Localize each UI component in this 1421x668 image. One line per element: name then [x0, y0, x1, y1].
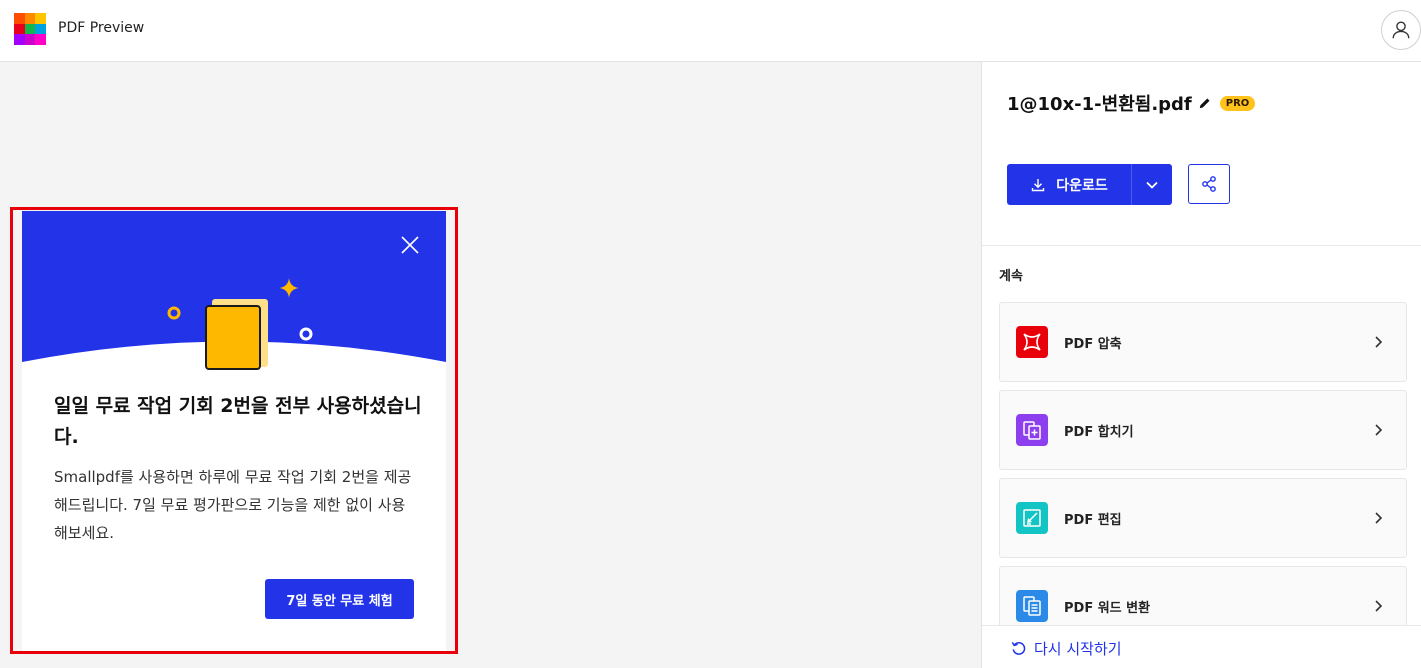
modal-description: Smallpdf를 사용하면 하루에 무료 작업 기회 2번을 제공해드립니다.…	[54, 468, 412, 542]
restart-label: 다시 시작하기	[1034, 640, 1122, 658]
compress-icon	[1016, 326, 1048, 358]
download-label: 다운로드	[1056, 177, 1108, 194]
tool-label: PDF 워드 변환	[1064, 600, 1151, 616]
restart-icon	[1011, 641, 1026, 655]
chevron-right-icon	[1370, 510, 1386, 526]
modal-close-button[interactable]	[398, 233, 422, 257]
file-name: 1@10x-1-변환됨.pdf	[1007, 94, 1192, 115]
logo-tile	[14, 23, 25, 35]
tool-label: PDF 편집	[1064, 512, 1122, 528]
app-title: PDF Preview	[58, 20, 145, 36]
modal-title: 일일 무료 작업 기회 2번을 전부 사용하셨습니다.	[54, 395, 422, 448]
tool-label: PDF 압축	[1064, 336, 1122, 352]
share-icon	[1202, 176, 1216, 192]
chevron-right-icon	[1370, 422, 1386, 438]
right-sidebar: 1@10x-1-변환됨.pdf PRO 다운로드 계속 PDF 압축 PDF 합…	[981, 62, 1421, 668]
chevron-right-icon	[1370, 598, 1386, 614]
file-name-row: 1@10x-1-변환됨.pdf PRO	[1007, 90, 1256, 116]
daily-limit-modal: 일일 무료 작업 기회 2번을 전부 사용하셨습니다. Smallpdf를 사용…	[22, 211, 446, 651]
app-header: PDF Preview	[0, 0, 1421, 62]
edit-icon	[1016, 502, 1048, 534]
word-convert-icon	[1016, 590, 1048, 622]
logo-tile	[24, 23, 36, 35]
sidebar-divider	[982, 245, 1421, 246]
sidebar-footer: 다시 시작하기	[982, 625, 1421, 668]
logo-tile	[35, 34, 46, 45]
smallpdf-logo-icon[interactable]	[14, 13, 46, 45]
rename-pencil-icon[interactable]	[1198, 95, 1214, 111]
pro-badge: PRO	[1219, 95, 1256, 111]
logo-tile	[24, 13, 36, 24]
logo-tile	[35, 13, 46, 24]
share-button[interactable]	[1188, 164, 1230, 204]
tool-card-edit[interactable]: PDF 편집	[999, 478, 1407, 558]
user-icon	[1392, 21, 1410, 39]
logo-tile	[24, 34, 36, 45]
tool-card-compress[interactable]: PDF 압축	[999, 302, 1407, 382]
logo-tile	[35, 23, 46, 35]
modal-banner-illustration	[22, 211, 446, 370]
logo-tile	[14, 34, 25, 45]
user-avatar-button[interactable]	[1381, 10, 1421, 50]
close-icon	[401, 236, 419, 254]
restart-link[interactable]: 다시 시작하기	[1010, 638, 1122, 659]
download-button[interactable]: 다운로드	[1007, 164, 1131, 205]
tool-card-merge[interactable]: PDF 합치기	[999, 390, 1407, 470]
chevron-right-icon	[1370, 334, 1386, 350]
continue-section-label: 계속	[999, 269, 1023, 284]
free-trial-button[interactable]: 7일 동안 무료 체험	[265, 579, 414, 619]
merge-icon	[1016, 414, 1048, 446]
download-options-dropdown[interactable]	[1131, 164, 1172, 205]
download-icon	[1032, 178, 1045, 191]
logo-tile	[14, 13, 25, 24]
chevron-down-icon	[1146, 181, 1158, 189]
tool-label: PDF 합치기	[1064, 424, 1134, 440]
